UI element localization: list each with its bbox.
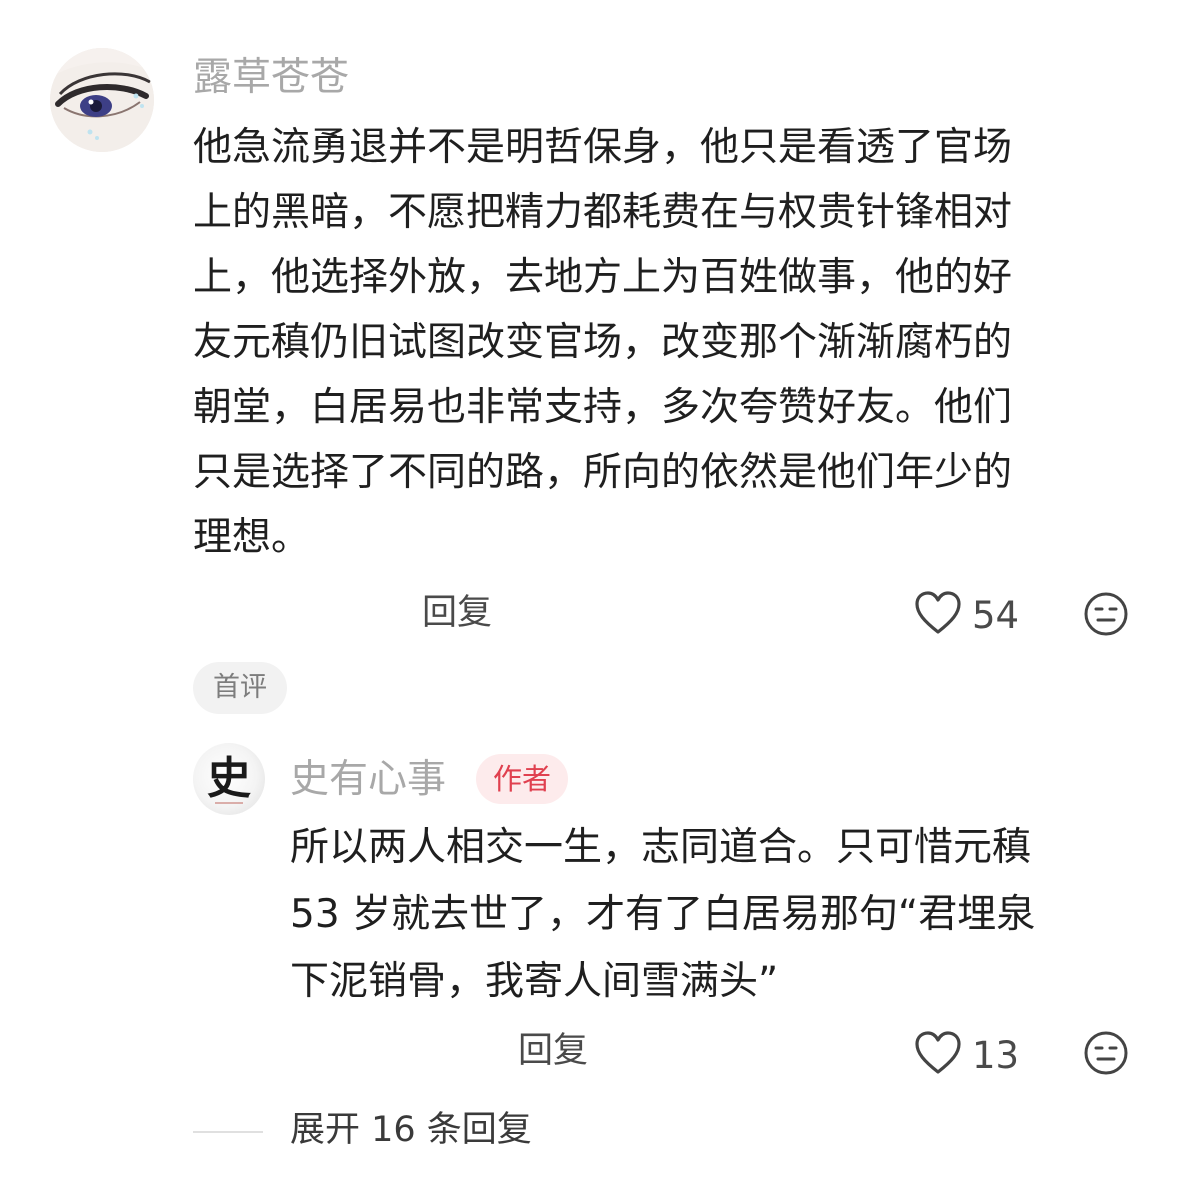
comment-username[interactable]: 露草苍苍 — [193, 58, 349, 97]
comment-text-line: 友元稹仍旧试图改变官场，改变那个渐渐腐朽的 — [193, 320, 1013, 365]
author-badge: 作者 — [476, 754, 569, 804]
reply-text-line: 53 岁就去世了，才有了白居易那句“君埋泉 — [290, 892, 1036, 937]
comment-text-line: 理想。 — [193, 515, 311, 560]
reply-text-line: 下泥销骨，我寄人间雪满头” — [290, 959, 779, 1004]
author-avatar[interactable]: 史 — [193, 743, 265, 815]
like-count: 13 — [972, 1034, 1020, 1077]
comment-text-line: 只是选择了不同的路，所向的依然是他们年少的 — [193, 450, 1013, 495]
reply-text: 所以两人相交一生，志同道合。只可惜元稹 53 岁就去世了，才有了白居易那句“君埋… — [290, 814, 1150, 1015]
reply-text-line: 所以两人相交一生，志同道合。只可惜元稹 — [290, 825, 1032, 870]
neutral-face-icon — [1084, 592, 1128, 636]
reply-button[interactable]: 回复 — [422, 596, 492, 631]
eye-artwork-icon — [50, 48, 154, 152]
heart-outline-icon — [915, 1031, 961, 1074]
comment-text: 他急流勇退并不是明哲保身，他只是看透了官场 上的黑暗，不愿把精力都耗费在与权贵针… — [193, 115, 1153, 570]
user-avatar[interactable] — [50, 48, 154, 152]
like-count: 54 — [972, 594, 1020, 637]
first-comment-tag: 首评 — [193, 662, 287, 714]
expand-divider — [193, 1131, 263, 1133]
comment-text-line: 朝堂，白居易也非常支持，多次夸赞好友。他们 — [193, 385, 1013, 430]
calligraphy-avatar-icon: 史 — [207, 753, 251, 804]
neutral-face-icon — [1084, 1031, 1128, 1075]
comment-text-line: 他急流勇退并不是明哲保身，他只是看透了官场 — [193, 125, 1013, 170]
reply-username[interactable]: 史有心事 — [290, 760, 446, 799]
dislike-button[interactable] — [1083, 1030, 1129, 1076]
comment-text-line: 上的黑暗，不愿把精力都耗费在与权贵针锋相对 — [193, 190, 1013, 235]
comment-text-line: 上，他选择外放，去地方上为百姓做事，他的好 — [193, 255, 1013, 300]
avatar-character: 史 — [207, 753, 251, 804]
dislike-button[interactable] — [1083, 591, 1129, 637]
expand-replies-button[interactable]: 展开 16 条回复 — [290, 1113, 532, 1148]
like-button[interactable] — [914, 1030, 962, 1076]
like-button[interactable] — [914, 590, 962, 636]
heart-outline-icon — [915, 591, 961, 634]
reply-button[interactable]: 回复 — [518, 1034, 588, 1069]
